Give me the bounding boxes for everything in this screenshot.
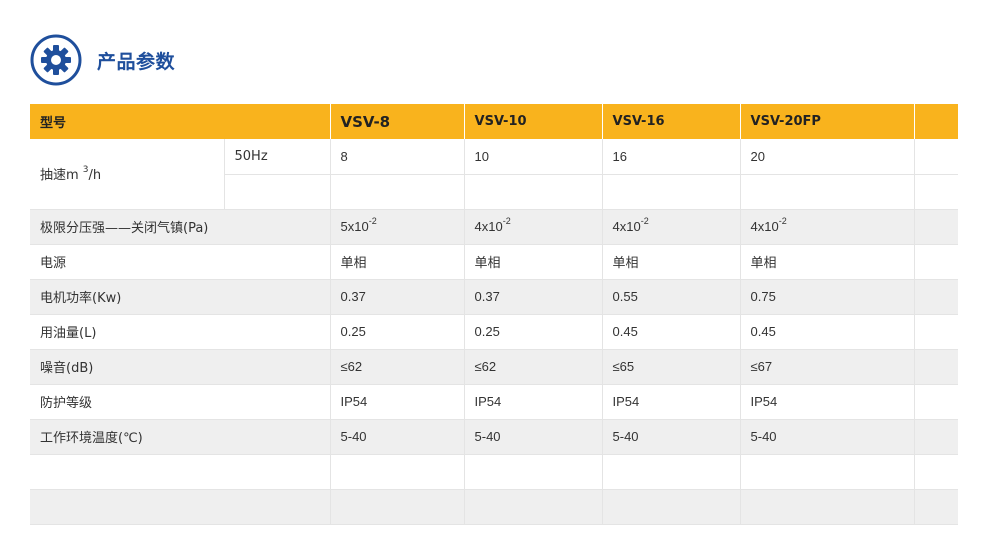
- spec-table: 型号 VSV-8 VSV-10 VSV-16 VSV-20FP 抽速m 3/h …: [30, 104, 959, 525]
- empty-cell: [30, 454, 331, 490]
- header-model-vsv-20fp: VSV-20FP: [740, 104, 915, 139]
- row-value: 5-40: [740, 419, 915, 455]
- gear-icon: [30, 34, 82, 86]
- empty-cell: [30, 489, 331, 525]
- speed-freq: 50Hz: [224, 139, 331, 175]
- row-value: 0.25: [330, 314, 465, 350]
- empty-cell: [914, 209, 959, 245]
- speed-value: 10: [464, 139, 603, 175]
- row-value: 0.37: [330, 279, 465, 315]
- empty-cell: [914, 454, 959, 490]
- row-label: 电源: [30, 244, 331, 280]
- row-value: IP54: [740, 384, 915, 420]
- row-value: IP54: [602, 384, 741, 420]
- row-value: 0.55: [602, 279, 741, 315]
- header-model-vsv-16: VSV-16: [602, 104, 741, 139]
- empty-cell: [740, 454, 915, 490]
- pressure-value: 4x10-2: [464, 209, 603, 245]
- empty-cell: [914, 384, 959, 420]
- empty-cell: [464, 489, 603, 525]
- header-row: 型号 VSV-8 VSV-10 VSV-16 VSV-20FP: [30, 104, 959, 139]
- power-supply-row: 电源 单相 单相 单相 单相: [30, 244, 959, 280]
- header-empty-cell: [914, 104, 959, 139]
- row-label: 工作环境温度(℃): [30, 419, 331, 455]
- empty-cell: [914, 314, 959, 350]
- section-title: 产品参数: [97, 50, 176, 73]
- row-value: 单相: [740, 244, 915, 280]
- noise-row: 噪音(dB) ≤62 ≤62 ≤65 ≤67: [30, 349, 959, 385]
- row-value: 0.37: [464, 279, 603, 315]
- section-header: 产品参数: [30, 34, 175, 86]
- empty-cell: [602, 489, 741, 525]
- speed-label: 抽速m 3/h: [30, 139, 225, 210]
- row-value: 0.45: [602, 314, 741, 350]
- empty-cell: [464, 454, 603, 490]
- empty-cell: [740, 174, 915, 210]
- speed-row: 抽速m 3/h 50Hz 8 10 16 20: [30, 139, 959, 210]
- motor-power-row: 电机功率(Kw) 0.37 0.37 0.55 0.75: [30, 279, 959, 315]
- row-value: 单相: [464, 244, 603, 280]
- row-label: 防护等级: [30, 384, 331, 420]
- speed-value: 8: [330, 139, 465, 175]
- row-value: ≤67: [740, 349, 915, 385]
- empty-cell: [602, 174, 741, 210]
- empty-cell: [914, 349, 959, 385]
- row-value: ≤65: [602, 349, 741, 385]
- empty-cell: [914, 244, 959, 280]
- row-value: 5-40: [464, 419, 603, 455]
- row-value: IP54: [330, 384, 465, 420]
- row-label: 噪音(dB): [30, 349, 331, 385]
- empty-cell: [330, 174, 465, 210]
- empty-cell: [224, 174, 331, 210]
- empty-row: [30, 454, 959, 490]
- pressure-value: 5x10-2: [330, 209, 465, 245]
- row-label: 用油量(L): [30, 314, 331, 350]
- row-value: 5-40: [330, 419, 465, 455]
- speed-value: 20: [740, 139, 915, 175]
- empty-cell: [330, 454, 465, 490]
- row-value: IP54: [464, 384, 603, 420]
- empty-cell: [914, 489, 959, 525]
- temperature-row: 工作环境温度(℃) 5-40 5-40 5-40 5-40: [30, 419, 959, 455]
- empty-cell: [914, 419, 959, 455]
- oil-volume-row: 用油量(L) 0.25 0.25 0.45 0.45: [30, 314, 959, 350]
- pressure-label: 极限分压强——关闭气镇(Pa): [30, 209, 331, 245]
- row-value: 0.45: [740, 314, 915, 350]
- row-value: 单相: [602, 244, 741, 280]
- row-value: 0.75: [740, 279, 915, 315]
- header-model-vsv-10: VSV-10: [464, 104, 603, 139]
- row-value: 单相: [330, 244, 465, 280]
- header-model-vsv-8: VSV-8: [330, 104, 465, 139]
- empty-cell: [914, 174, 959, 210]
- empty-cell: [602, 454, 741, 490]
- empty-cell: [330, 489, 465, 525]
- protection-row: 防护等级 IP54 IP54 IP54 IP54: [30, 384, 959, 420]
- speed-value: 16: [602, 139, 741, 175]
- row-label: 电机功率(Kw): [30, 279, 331, 315]
- header-model-label: 型号: [30, 104, 331, 139]
- row-value: ≤62: [330, 349, 465, 385]
- pressure-row: 极限分压强——关闭气镇(Pa) 5x10-2 4x10-2 4x10-2 4x1…: [30, 209, 959, 245]
- row-value: ≤62: [464, 349, 603, 385]
- pressure-value: 4x10-2: [602, 209, 741, 245]
- empty-cell: [464, 174, 603, 210]
- empty-cell: [914, 139, 959, 175]
- pressure-value: 4x10-2: [740, 209, 915, 245]
- empty-cell: [914, 279, 959, 315]
- row-value: 5-40: [602, 419, 741, 455]
- empty-cell: [740, 489, 915, 525]
- empty-row: [30, 489, 959, 525]
- row-value: 0.25: [464, 314, 603, 350]
